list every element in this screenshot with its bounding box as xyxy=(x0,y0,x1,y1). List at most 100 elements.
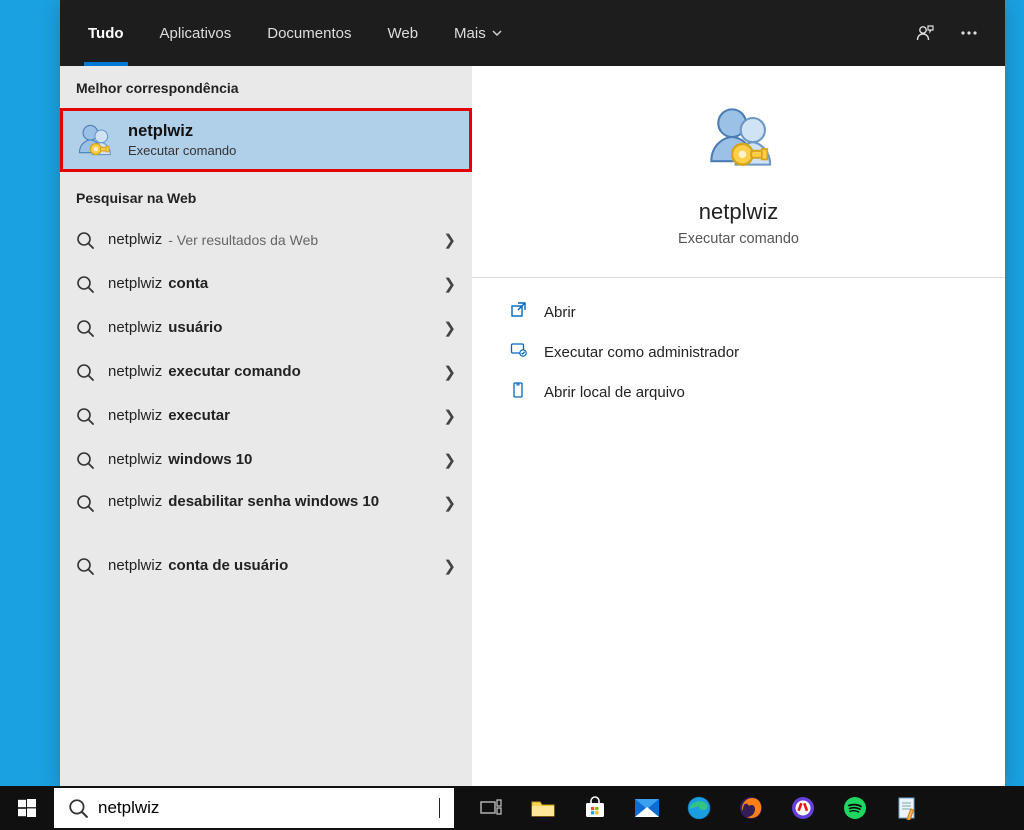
tab-all[interactable]: Tudo xyxy=(70,0,142,66)
web-result[interactable]: netplwiz conta ❯ xyxy=(60,262,472,306)
result-bold: executar xyxy=(168,406,230,426)
mail-icon xyxy=(634,798,660,818)
tab-label: Web xyxy=(387,25,418,42)
results-column: Melhor correspondência netplwiz Executar… xyxy=(60,66,472,786)
preview-app-icon xyxy=(701,102,777,177)
netplwiz-icon xyxy=(72,118,116,162)
result-text: netplwiz xyxy=(108,362,162,382)
action-label: Abrir local de arquivo xyxy=(544,384,685,401)
result-text: netplwiz xyxy=(108,492,162,512)
result-bold: conta de usuário xyxy=(168,556,288,576)
result-bold: usuário xyxy=(168,318,222,338)
chevron-right-icon: ❯ xyxy=(443,319,456,337)
person-feedback-icon xyxy=(915,23,935,43)
chevron-right-icon: ❯ xyxy=(443,494,456,512)
result-text: netplwiz xyxy=(108,318,162,338)
chevron-right-icon: ❯ xyxy=(443,231,456,249)
result-bold: conta xyxy=(168,274,208,294)
search-icon xyxy=(76,494,94,512)
file-explorer-button[interactable] xyxy=(520,786,566,830)
search-input[interactable] xyxy=(98,798,435,818)
chevron-right-icon: ❯ xyxy=(443,451,456,469)
result-text: netplwiz xyxy=(108,230,162,250)
result-hint: - Ver resultados da Web xyxy=(168,231,318,249)
divider xyxy=(472,277,1005,278)
tab-label: Aplicativos xyxy=(160,25,232,42)
tab-documents[interactable]: Documentos xyxy=(249,0,369,66)
search-tabs: Tudo Aplicativos Documentos Web Mais xyxy=(60,0,1005,66)
search-icon xyxy=(76,275,94,293)
search-icon xyxy=(76,557,94,575)
text-cursor xyxy=(439,798,440,818)
action-open-file-location[interactable]: Abrir local de arquivo xyxy=(508,372,969,412)
result-bold: desabilitar senha windows 10 xyxy=(168,492,379,512)
tab-web[interactable]: Web xyxy=(369,0,436,66)
taskbar xyxy=(0,786,1024,830)
windows-logo-icon xyxy=(18,799,36,817)
chevron-right-icon: ❯ xyxy=(443,407,456,425)
taskbar-apps xyxy=(468,786,930,830)
task-view-button[interactable] xyxy=(468,786,514,830)
tab-label: Documentos xyxy=(267,25,351,42)
chevron-down-icon xyxy=(492,30,502,36)
action-label: Executar como administrador xyxy=(544,344,739,361)
web-result[interactable]: netplwiz executar ❯ xyxy=(60,394,472,438)
opera-gx-icon xyxy=(791,796,815,820)
tab-label: Mais xyxy=(454,25,486,42)
search-icon xyxy=(68,798,88,818)
web-result[interactable]: netplwiz desabilitar senha windows 10 ❯ xyxy=(60,482,472,544)
notepad-button[interactable] xyxy=(884,786,930,830)
preview-pane: netplwiz Executar comando Abrir Executar… xyxy=(472,66,1005,786)
store-icon xyxy=(583,796,607,820)
result-text: netplwiz xyxy=(108,450,162,470)
feedback-button[interactable] xyxy=(903,23,947,43)
shield-admin-icon xyxy=(510,341,528,363)
edge-icon xyxy=(687,796,711,820)
result-bold: executar comando xyxy=(168,362,301,382)
ellipsis-icon xyxy=(959,23,979,43)
firefox-icon xyxy=(739,796,763,820)
action-run-as-admin[interactable]: Executar como administrador xyxy=(508,332,969,372)
web-result[interactable]: netplwiz usuário ❯ xyxy=(60,306,472,350)
folder-icon xyxy=(530,797,556,819)
chevron-right-icon: ❯ xyxy=(443,275,456,293)
search-icon xyxy=(76,363,94,381)
web-result[interactable]: netplwiz windows 10 ❯ xyxy=(60,438,472,482)
firefox-button[interactable] xyxy=(728,786,774,830)
task-view-icon xyxy=(480,799,502,817)
best-match-result[interactable]: netplwiz Executar comando xyxy=(60,108,472,172)
search-panel: Tudo Aplicativos Documentos Web Mais Mel… xyxy=(60,0,1005,786)
result-text: netplwiz xyxy=(108,556,162,576)
spotify-button[interactable] xyxy=(832,786,878,830)
web-result[interactable]: netplwiz conta de usuário ❯ xyxy=(60,544,472,588)
mail-button[interactable] xyxy=(624,786,670,830)
action-open[interactable]: Abrir xyxy=(508,292,969,332)
folder-location-icon xyxy=(510,381,528,403)
tab-label: Tudo xyxy=(88,25,124,42)
search-icon xyxy=(76,231,94,249)
web-result[interactable]: netplwiz executar comando ❯ xyxy=(60,350,472,394)
section-best-match-header: Melhor correspondência xyxy=(60,66,472,108)
start-button[interactable] xyxy=(0,786,54,830)
best-match-subtitle: Executar comando xyxy=(128,143,236,158)
web-results-list: netplwiz - Ver resultados da Web ❯ netpl… xyxy=(60,218,472,588)
web-result[interactable]: netplwiz - Ver resultados da Web ❯ xyxy=(60,218,472,262)
best-match-title: netplwiz xyxy=(128,122,236,141)
search-icon xyxy=(76,407,94,425)
search-icon xyxy=(76,451,94,469)
tab-apps[interactable]: Aplicativos xyxy=(142,0,250,66)
opera-gx-button[interactable] xyxy=(780,786,826,830)
spotify-icon xyxy=(843,796,867,820)
tab-more[interactable]: Mais xyxy=(436,0,520,66)
open-icon xyxy=(510,301,528,323)
taskbar-search-box[interactable] xyxy=(54,788,454,828)
notepad-icon xyxy=(896,796,918,820)
action-label: Abrir xyxy=(544,304,576,321)
result-bold: windows 10 xyxy=(168,450,252,470)
more-options-button[interactable] xyxy=(947,23,991,43)
edge-button[interactable] xyxy=(676,786,722,830)
preview-title: netplwiz xyxy=(508,199,969,225)
result-text: netplwiz xyxy=(108,274,162,294)
microsoft-store-button[interactable] xyxy=(572,786,618,830)
chevron-right-icon: ❯ xyxy=(443,363,456,381)
